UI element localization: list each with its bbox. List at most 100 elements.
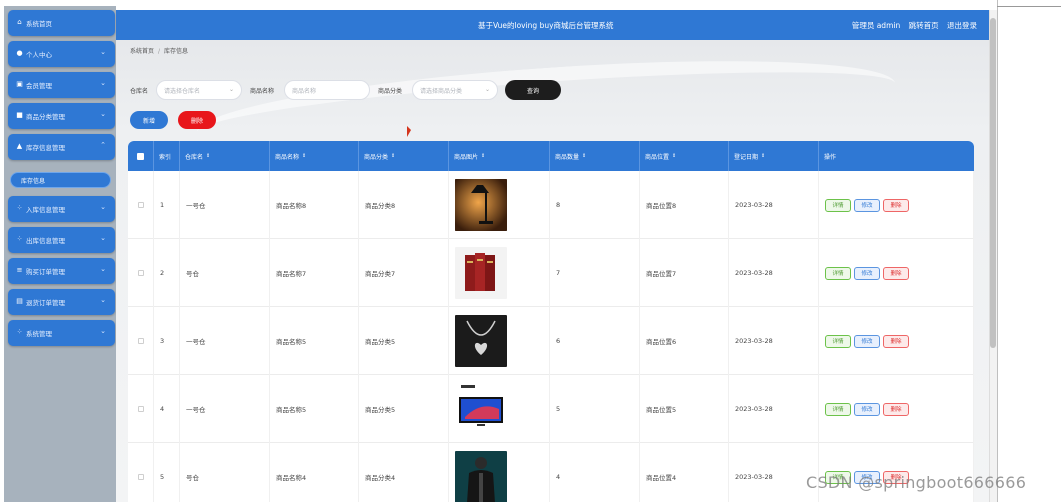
cell-product-name-text: 商品名称4 <box>276 474 307 482</box>
cell-index-text: 4 <box>160 405 165 413</box>
cell-product-name: 商品名称5 <box>270 307 359 375</box>
col-quantity[interactable]: 商品数量 ⇕ <box>550 141 640 171</box>
sidebar-item-members[interactable]: ▣ 会员管理 ⌄ <box>8 72 115 98</box>
sidebar-item-stock-out[interactable]: ⁘ 出库信息管理 ⌄ <box>8 227 115 253</box>
cell-index-text: 2 <box>160 269 165 277</box>
cell-warehouse-text: 一号仓 <box>186 338 206 346</box>
window-edge <box>997 0 1061 502</box>
product-name-input[interactable]: 商品名称 <box>284 80 370 100</box>
cell-category: 商品分类7 <box>359 239 449 307</box>
cell-category: 商品分类8 <box>359 171 449 239</box>
breadcrumb-home[interactable]: 系统首页 <box>130 48 154 55</box>
edit-button[interactable]: 修改 <box>854 334 880 348</box>
cell-product-name-text: 商品名称5 <box>276 338 307 346</box>
row-select-checkbox[interactable] <box>137 474 144 480</box>
home-icon: ⌂ <box>17 18 22 26</box>
cell-quantity: 7 <box>550 239 640 307</box>
delete-button[interactable]: 删除 <box>883 402 909 416</box>
cell-warehouse-text: 一号仓 <box>186 202 206 210</box>
cell-warehouse: 一号仓 <box>180 375 270 443</box>
sidebar-item-profile[interactable]: ● 个人中心 ⌄ <box>8 41 115 67</box>
cell-index-text: 5 <box>160 473 165 481</box>
warehouse-placeholder: 请选择仓库名 <box>164 87 201 95</box>
necklace-image[interactable] <box>455 315 507 367</box>
sidebar-item-label: 入库信息管理 <box>26 206 65 214</box>
cell-product-name: 商品名称7 <box>270 239 359 307</box>
cell-product-name-text: 商品名称5 <box>276 406 307 414</box>
sidebar-item-inventory[interactable]: ▲ 库存信息管理 ⌃ <box>8 134 115 160</box>
inventory-table: 索引 仓库名 ⇕ 商品名称 ⇕ 商品分类 ⇕ 商品图片 ⇕ 商品数量 ⇕ 商品位置 ⇕ 登记… <box>128 141 974 502</box>
sidebar-item-system[interactable]: ⁘ 系统管理 ⌄ <box>8 320 115 346</box>
books-image[interactable] <box>455 247 507 299</box>
row-select-checkbox[interactable] <box>137 270 144 276</box>
edit-button[interactable]: 修改 <box>854 198 880 212</box>
doc-icon: ▤ <box>16 297 23 305</box>
delete-button[interactable]: 删除 <box>883 266 909 280</box>
category-select[interactable]: 请选择商品分类 ⌄ <box>412 80 498 100</box>
sidebar-item-categories[interactable]: ■ 商品分类管理 ⌄ <box>8 103 115 129</box>
chevron-down-icon: ⌄ <box>100 48 106 56</box>
cell-actions: 详情 修改 删除 <box>819 375 974 443</box>
col-date[interactable]: 登记日期 ⇕ <box>729 141 819 171</box>
cell-date-text: 2023-03-28 <box>735 269 773 277</box>
chevron-down-icon: ⌄ <box>100 296 106 304</box>
doc-icon: ▲ <box>16 142 23 150</box>
chevron-down-icon: ⌄ <box>484 86 490 93</box>
select-all-checkbox[interactable] <box>128 141 154 171</box>
sidebar-item-purchase-orders[interactable]: ≡ 购买订单管理 ⌄ <box>8 258 115 284</box>
sidebar-item-home[interactable]: ⌂ 系统首页 <box>8 10 115 36</box>
scrollbar-thumb[interactable] <box>990 18 996 348</box>
col-product-name[interactable]: 商品名称 ⇕ <box>270 141 359 171</box>
cell-quantity-text: 7 <box>556 269 561 277</box>
logout-link[interactable]: 退出登录 <box>947 21 977 30</box>
col-date-label: 登记日期 <box>734 153 759 161</box>
sidebar-item-return-orders[interactable]: ▤ 退货订单管理 ⌄ <box>8 289 115 315</box>
cell-location: 商品位置5 <box>640 375 729 443</box>
sidebar-subitem-label: 库存信息 <box>21 177 46 185</box>
col-category[interactable]: 商品分类 ⇕ <box>359 141 449 171</box>
sort-icon: ⇕ <box>391 153 396 159</box>
sidebar-item-stock-in[interactable]: ⁘ 入库信息管理 ⌄ <box>8 196 115 222</box>
row-select-checkbox[interactable] <box>137 338 144 344</box>
batch-delete-button[interactable]: 删除 <box>178 111 216 129</box>
cell-quantity-text: 8 <box>556 201 561 209</box>
detail-button[interactable]: 详情 <box>825 334 851 348</box>
edit-button[interactable]: 修改 <box>854 402 880 416</box>
add-button[interactable]: 新增 <box>130 111 168 129</box>
top-header: 基于Vue的loving buy商城后台管理系统 管理员 admin 跳转首页 … <box>116 10 989 40</box>
edit-button[interactable]: 修改 <box>854 266 880 280</box>
lamp-image[interactable] <box>455 179 507 231</box>
row-select-checkbox[interactable] <box>137 406 144 412</box>
detail-button[interactable]: 详情 <box>825 402 851 416</box>
sidebar-subitem-inventory-info[interactable]: 库存信息 <box>10 172 111 188</box>
col-image[interactable]: 商品图片 ⇕ <box>449 141 550 171</box>
delete-button[interactable]: 删除 <box>883 334 909 348</box>
cell-category-text: 商品分类8 <box>365 202 396 210</box>
col-location[interactable]: 商品位置 ⇕ <box>640 141 729 171</box>
cell-index: 3 <box>154 307 180 375</box>
cell-image <box>449 171 550 239</box>
col-warehouse[interactable]: 仓库名 ⇕ <box>180 141 270 171</box>
cell-quantity: 5 <box>550 375 640 443</box>
product-name-placeholder: 商品名称 <box>292 87 317 95</box>
detail-button[interactable]: 详情 <box>825 266 851 280</box>
cell-date: 2023-03-28 <box>729 375 819 443</box>
row-checkbox <box>128 171 154 239</box>
cell-location-text: 商品位置6 <box>646 338 677 346</box>
tv-image[interactable] <box>455 383 507 435</box>
col-image-label: 商品图片 <box>454 153 479 161</box>
home-link[interactable]: 跳转首页 <box>909 21 939 30</box>
delete-button[interactable]: 删除 <box>883 198 909 212</box>
sort-icon: ⇕ <box>582 153 587 159</box>
detail-button[interactable]: 详情 <box>825 198 851 212</box>
query-button[interactable]: 查询 <box>505 80 561 100</box>
cell-index-text: 1 <box>160 201 165 209</box>
grid-icon: ⁘ <box>16 235 23 243</box>
col-location-label: 商品位置 <box>645 153 670 161</box>
cell-location-text: 商品位置4 <box>646 474 677 482</box>
cell-actions: 详情 修改 删除 <box>819 307 974 375</box>
jacket-image[interactable] <box>455 451 507 502</box>
table-row: 4 一号仓 商品名称5 商品分类5 5 商品位置5 2023-03-28 详情 修改 删除 <box>128 375 974 443</box>
warehouse-select[interactable]: 请选择仓库名 ⌄ <box>156 80 242 100</box>
row-select-checkbox[interactable] <box>137 202 144 208</box>
